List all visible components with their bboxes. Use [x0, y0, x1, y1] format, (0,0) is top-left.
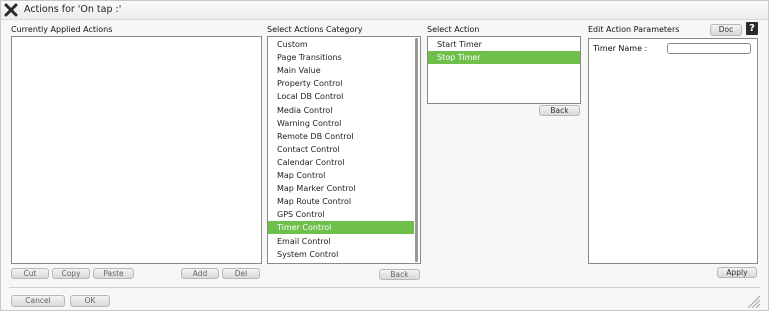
doc-button[interactable]: Doc	[710, 24, 742, 36]
action-heading: Select Action	[427, 25, 480, 34]
timer-name-label: Timer Name :	[593, 44, 648, 53]
category-list-item[interactable]: Map Marker Control	[268, 182, 414, 195]
category-back-button[interactable]: Back	[379, 269, 420, 280]
dialog-title: Actions for 'On tap :'	[24, 4, 122, 15]
applied-actions-heading: Currently Applied Actions	[11, 25, 113, 34]
action-list-item[interactable]: Stop Timer	[428, 51, 580, 65]
category-list-item[interactable]: Property Control	[268, 77, 414, 90]
category-list-item[interactable]: Page Transitions	[268, 51, 414, 64]
copy-button[interactable]: Copy	[52, 268, 90, 279]
cut-button[interactable]: Cut	[11, 268, 49, 279]
category-list-item[interactable]: Custom	[268, 38, 414, 51]
category-list-item[interactable]: Local DB Control	[268, 90, 414, 103]
action-back-button[interactable]: Back	[539, 105, 580, 116]
paste-button[interactable]: Paste	[93, 268, 134, 279]
close-icon[interactable]	[4, 3, 18, 17]
category-list-item[interactable]: Email Control	[268, 235, 414, 248]
category-list-item[interactable]: Remote DB Control	[268, 130, 414, 143]
category-list-item[interactable]: Warning Control	[268, 117, 414, 130]
params-heading: Edit Action Parameters	[588, 25, 680, 34]
title-bar: Actions for 'On tap :'	[1, 1, 768, 20]
category-list[interactable]: Custom Page Transitions Main Value Property…	[267, 36, 421, 264]
category-list-item[interactable]: System Control	[268, 248, 414, 261]
resize-grip-icon[interactable]	[745, 294, 761, 308]
action-list[interactable]: Start Timer Stop Timer	[427, 36, 581, 104]
category-list-item[interactable]: Main Value	[268, 64, 414, 77]
category-scrollbar[interactable]	[415, 38, 418, 262]
cancel-button[interactable]: Cancel	[11, 295, 65, 307]
category-list-item[interactable]: Timer Control	[268, 221, 414, 235]
category-list-item[interactable]: Media Control	[268, 104, 414, 117]
del-button[interactable]: Del	[222, 268, 260, 279]
category-list-item[interactable]: Calendar Control	[268, 156, 414, 169]
add-button[interactable]: Add	[181, 268, 219, 279]
footer-divider	[9, 287, 760, 288]
params-panel: Timer Name :	[588, 38, 758, 264]
applied-actions-list[interactable]	[11, 36, 262, 264]
category-list-item[interactable]: Map Control	[268, 169, 414, 182]
apply-button[interactable]: Apply	[717, 267, 757, 278]
help-icon[interactable]: ?	[746, 22, 758, 35]
action-list-item[interactable]: Start Timer	[428, 38, 580, 51]
timer-name-input[interactable]	[667, 43, 751, 54]
category-heading: Select Actions Category	[267, 25, 363, 34]
ok-button[interactable]: OK	[70, 295, 110, 307]
category-list-item[interactable]: Map Route Control	[268, 195, 414, 208]
actions-dialog: Actions for 'On tap :' Currently Applied…	[0, 0, 769, 311]
category-list-item[interactable]: GPS Control	[268, 208, 414, 221]
category-list-item[interactable]: Contact Control	[268, 143, 414, 156]
